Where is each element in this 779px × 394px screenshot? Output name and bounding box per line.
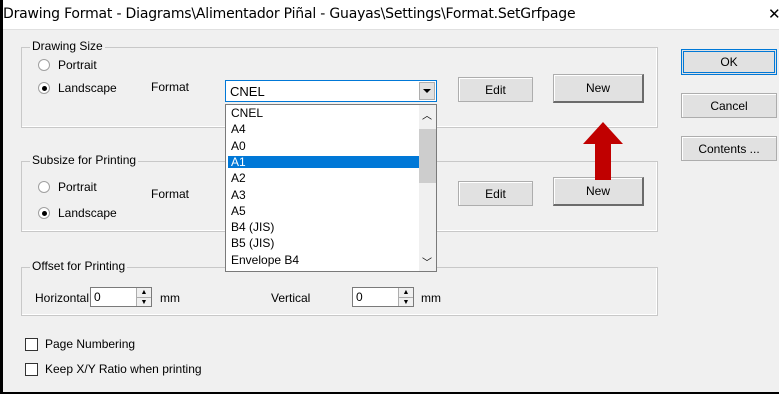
dropdown-item[interactable]: A5 (228, 205, 420, 217)
spin-arrows[interactable]: ▲ ▼ (398, 288, 413, 306)
horizontal-value: 0 (94, 290, 101, 304)
radio-dot (38, 59, 50, 71)
radio-label: Portrait (58, 58, 97, 72)
drawing-size-legend: Drawing Size (30, 39, 105, 53)
keep-ratio-checkbox[interactable]: Keep X/Y Ratio when printing (25, 362, 202, 376)
page-numbering-checkbox[interactable]: Page Numbering (25, 337, 135, 351)
vertical-value: 0 (356, 290, 363, 304)
drawing-portrait-radio[interactable]: Portrait (38, 58, 97, 72)
dropdown-item[interactable]: A3 (228, 189, 420, 201)
cancel-button[interactable]: Cancel (681, 93, 777, 118)
checkbox-label: Keep X/Y Ratio when printing (45, 362, 202, 376)
checkbox-box (25, 337, 38, 351)
dropdown-item[interactable]: CNEL (228, 107, 420, 119)
drawing-edit-button[interactable]: Edit (458, 77, 533, 102)
dropdown-item[interactable]: B4 (JIS) (228, 221, 420, 233)
format-dropdown-list[interactable]: CNEL A4 A0 A1 A2 A3 A5 B4 (JIS) B5 (JIS) Envelope… (225, 104, 437, 272)
title-bar: Drawing Format - Diagrams\Alimentador Pi… (3, 0, 779, 30)
drawing-format-label: Format (151, 80, 190, 94)
drawing-new-button[interactable]: New (553, 74, 644, 103)
dropdown-item[interactable]: A1 (228, 155, 420, 168)
vertical-unit: mm (421, 291, 441, 305)
radio-label: Landscape (58, 206, 117, 220)
dropdown-item[interactable]: A0 (228, 140, 420, 152)
radio-label: Portrait (58, 180, 97, 194)
dropdown-item[interactable]: B5 (JIS) (228, 237, 420, 249)
spin-up-icon[interactable]: ▲ (399, 288, 413, 297)
spin-down-icon[interactable]: ▼ (137, 297, 151, 306)
ok-button[interactable]: OK (681, 49, 777, 75)
scroll-down-icon[interactable]: ﹀ (422, 254, 432, 269)
drawing-format-select[interactable]: CNEL (225, 80, 437, 102)
dropdown-item[interactable]: A4 (228, 123, 420, 135)
format-value: CNEL (230, 84, 265, 99)
drawing-format-dialog: Drawing Format - Diagrams\Alimentador Pi… (0, 0, 779, 394)
horizontal-stepper[interactable]: 0 ▲ ▼ (90, 287, 152, 307)
radio-dot (38, 181, 50, 193)
dropdown-item[interactable]: Envelope B4 (228, 254, 420, 266)
checkbox-label: Page Numbering (45, 337, 136, 351)
dropdown-item[interactable]: A2 (228, 172, 420, 184)
chevron-down-icon[interactable] (419, 82, 435, 100)
subsize-legend: Subsize for Printing (30, 153, 139, 167)
spin-up-icon[interactable]: ▲ (137, 288, 151, 297)
vertical-label: Vertical (271, 291, 311, 305)
subsize-portrait-radio[interactable]: Portrait (38, 180, 97, 194)
subsize-format-label: Format (151, 187, 190, 201)
drawing-landscape-radio[interactable]: Landscape (38, 81, 117, 95)
close-icon[interactable]: ✕ (768, 5, 779, 23)
radio-dot (38, 82, 50, 94)
spin-down-icon[interactable]: ▼ (399, 297, 413, 306)
radio-label: Landscape (58, 81, 117, 95)
subsize-new-button[interactable]: New (553, 177, 644, 206)
red-arrow-annotation (583, 122, 623, 180)
offset-legend: Offset for Printing (30, 259, 128, 273)
dropdown-scrollbar[interactable]: ︿ ﹀ (419, 105, 436, 271)
window-title: Drawing Format - Diagrams\Alimentador Pi… (3, 6, 576, 22)
subsize-edit-button[interactable]: Edit (458, 181, 533, 206)
spin-arrows[interactable]: ▲ ▼ (136, 288, 151, 306)
subsize-landscape-radio[interactable]: Landscape (38, 206, 117, 220)
vertical-stepper[interactable]: 0 ▲ ▼ (352, 287, 414, 307)
horizontal-unit: mm (160, 291, 180, 305)
contents-button[interactable]: Contents ... (681, 136, 777, 161)
scroll-up-icon[interactable]: ︿ (422, 107, 432, 122)
horizontal-label: Horizontal (35, 291, 90, 305)
radio-dot (38, 207, 50, 219)
scroll-thumb[interactable] (419, 129, 436, 183)
checkbox-box (25, 362, 38, 376)
